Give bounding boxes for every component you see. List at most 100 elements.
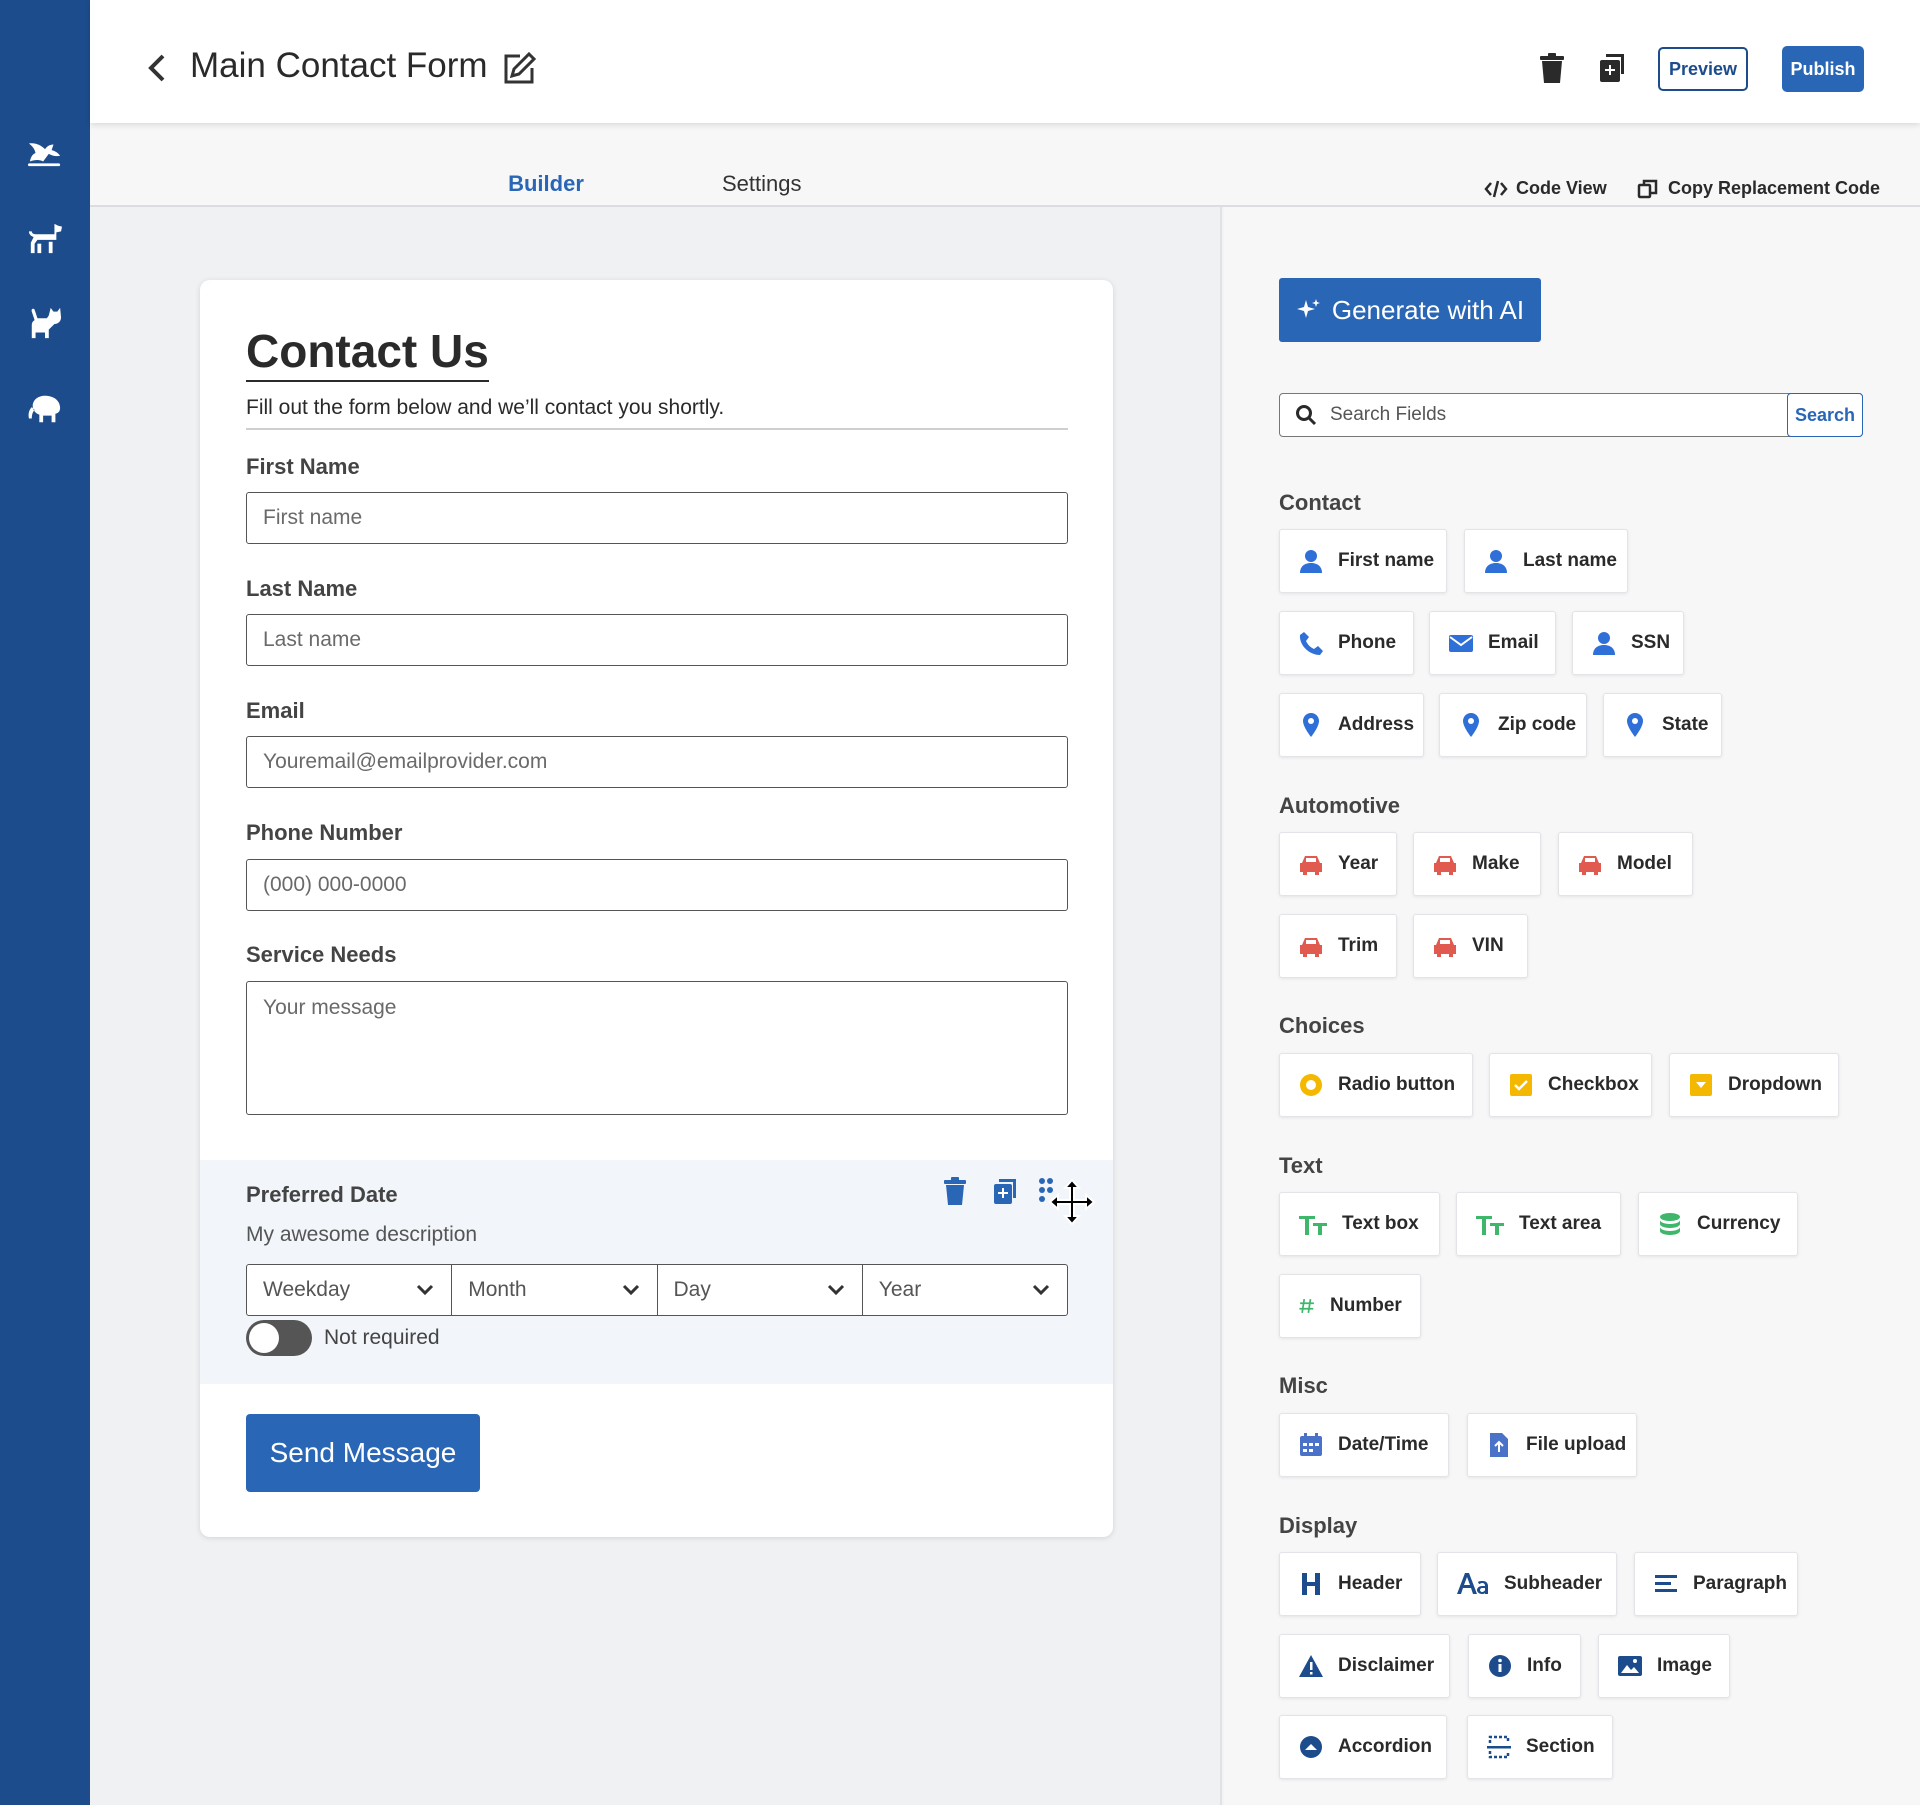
heading-icon [1302, 1573, 1320, 1595]
chip-trim[interactable]: Trim [1279, 914, 1397, 978]
cat-icon[interactable] [25, 303, 65, 343]
date-selects: Weekday Month Day Year [246, 1264, 1068, 1316]
chip-header[interactable]: Header [1279, 1552, 1421, 1616]
last-name-input[interactable] [246, 614, 1068, 666]
search-fields-input[interactable] [1318, 395, 1787, 435]
chip-number[interactable]: Number [1279, 1274, 1421, 1338]
accordion-icon [1300, 1736, 1322, 1758]
form-heading[interactable]: Contact Us [246, 324, 489, 382]
edit-title-icon[interactable] [500, 50, 540, 90]
chip-dropdown[interactable]: Dropdown [1669, 1053, 1839, 1117]
service-needs-textarea[interactable] [246, 981, 1068, 1115]
chip-paragraph[interactable]: Paragraph [1634, 1552, 1798, 1616]
chip-state[interactable]: State [1603, 693, 1722, 757]
chip-vin[interactable]: VIN [1413, 914, 1528, 978]
elephant-icon[interactable] [25, 389, 65, 429]
month-select[interactable]: Month [452, 1265, 658, 1315]
form-subheading[interactable]: Fill out the form below and we’ll contac… [246, 396, 1068, 430]
phone-input[interactable] [246, 859, 1068, 911]
day-select[interactable]: Day [658, 1265, 863, 1315]
chip-section[interactable]: Section [1467, 1715, 1613, 1779]
day-select-label: Day [673, 1278, 711, 1301]
person-icon [1485, 550, 1507, 573]
generate-with-ai-button[interactable]: Generate with AI [1279, 278, 1541, 342]
phone-label: Phone Number [246, 820, 403, 845]
month-select-label: Month [468, 1278, 527, 1301]
code-view-link[interactable]: Code View [1484, 178, 1607, 199]
section-title-contact: Contact [1279, 490, 1361, 515]
chip-disclaimer[interactable]: Disclaimer [1279, 1634, 1450, 1698]
move-cursor-icon [1048, 1178, 1096, 1226]
chip-text-area[interactable]: Text area [1456, 1192, 1621, 1256]
car-icon [1579, 856, 1601, 875]
page-title: Main Contact Form [190, 46, 488, 85]
sparkle-icon [1296, 299, 1320, 318]
copy-code-link[interactable]: Copy Replacement Code [1636, 178, 1880, 199]
person-icon [1593, 632, 1615, 655]
chip-date-time-label: Date/Time [1338, 1434, 1429, 1455]
chip-currency-label: Currency [1697, 1213, 1781, 1234]
file-upload-icon [1490, 1433, 1508, 1457]
chip-date-time[interactable]: Date/Time [1279, 1413, 1449, 1477]
chip-file-upload[interactable]: File upload [1467, 1413, 1637, 1477]
year-select-label: Year [878, 1278, 922, 1301]
publish-button[interactable]: Publish [1782, 46, 1864, 92]
chip-accordion[interactable]: Accordion [1279, 1715, 1447, 1779]
bird-icon[interactable] [25, 132, 65, 172]
font-icon [1457, 1573, 1488, 1594]
back-button[interactable] [143, 50, 173, 90]
chip-last-name[interactable]: Last name [1464, 529, 1628, 593]
chip-model[interactable]: Model [1558, 832, 1693, 896]
dog-icon[interactable] [25, 218, 65, 258]
section-title-choices: Choices [1279, 1013, 1365, 1038]
chip-make[interactable]: Make [1413, 832, 1541, 896]
chip-text-box[interactable]: Text box [1279, 1192, 1440, 1256]
chip-address-label: Address [1338, 714, 1415, 735]
coins-icon [1660, 1213, 1680, 1235]
preferred-date-field[interactable]: Preferred Date My awesome description We… [200, 1160, 1113, 1384]
chip-radio-button[interactable]: Radio button [1279, 1053, 1473, 1117]
hash-icon [1299, 1298, 1314, 1314]
send-message-button[interactable]: Send Message [246, 1414, 480, 1492]
chip-checkbox-label: Checkbox [1548, 1074, 1639, 1095]
chip-zip-code-label: Zip code [1498, 714, 1577, 735]
preview-button[interactable]: Preview [1658, 47, 1748, 91]
chip-state-label: State [1662, 714, 1709, 735]
email-input[interactable] [246, 736, 1068, 788]
checkbox-icon [1510, 1074, 1532, 1096]
required-toggle[interactable] [246, 1320, 312, 1356]
chip-email[interactable]: Email [1429, 611, 1556, 675]
chip-year[interactable]: Year [1279, 832, 1397, 896]
chip-info[interactable]: Info [1468, 1634, 1581, 1698]
tab-settings[interactable]: Settings [722, 171, 802, 197]
duplicate-field-icon[interactable] [992, 1176, 1024, 1210]
chip-address[interactable]: Address [1279, 693, 1424, 757]
chip-dropdown-label: Dropdown [1728, 1074, 1822, 1095]
chip-first-name[interactable]: First name [1279, 529, 1447, 593]
delete-field-icon[interactable] [942, 1176, 974, 1210]
chip-image[interactable]: Image [1598, 1634, 1730, 1698]
tab-builder[interactable]: Builder [472, 171, 620, 212]
chip-ssn[interactable]: SSN [1572, 611, 1684, 675]
chevron-down-icon [417, 1284, 434, 1296]
search-icon [1296, 405, 1317, 426]
text-type-icon [1299, 1216, 1327, 1235]
person-icon [1300, 550, 1322, 573]
chip-zip-code[interactable]: Zip code [1439, 693, 1587, 757]
chip-currency[interactable]: Currency [1638, 1192, 1798, 1256]
duplicate-form-icon[interactable] [1598, 52, 1630, 86]
preferred-date-label: Preferred Date [246, 1182, 398, 1207]
chip-subheader[interactable]: Subheader [1437, 1552, 1617, 1616]
first-name-input[interactable] [246, 492, 1068, 544]
search-button[interactable]: Search [1787, 393, 1863, 437]
code-icon [1484, 180, 1508, 197]
left-rail [0, 0, 90, 1805]
chip-checkbox[interactable]: Checkbox [1489, 1053, 1652, 1117]
chip-phone[interactable]: Phone [1279, 611, 1414, 675]
delete-form-icon[interactable] [1538, 52, 1570, 86]
weekday-select[interactable]: Weekday [247, 1265, 453, 1315]
chip-accordion-label: Accordion [1338, 1736, 1432, 1757]
section-title-automotive: Automotive [1279, 793, 1400, 818]
year-select[interactable]: Year [863, 1265, 1067, 1315]
radio-icon [1300, 1074, 1322, 1096]
